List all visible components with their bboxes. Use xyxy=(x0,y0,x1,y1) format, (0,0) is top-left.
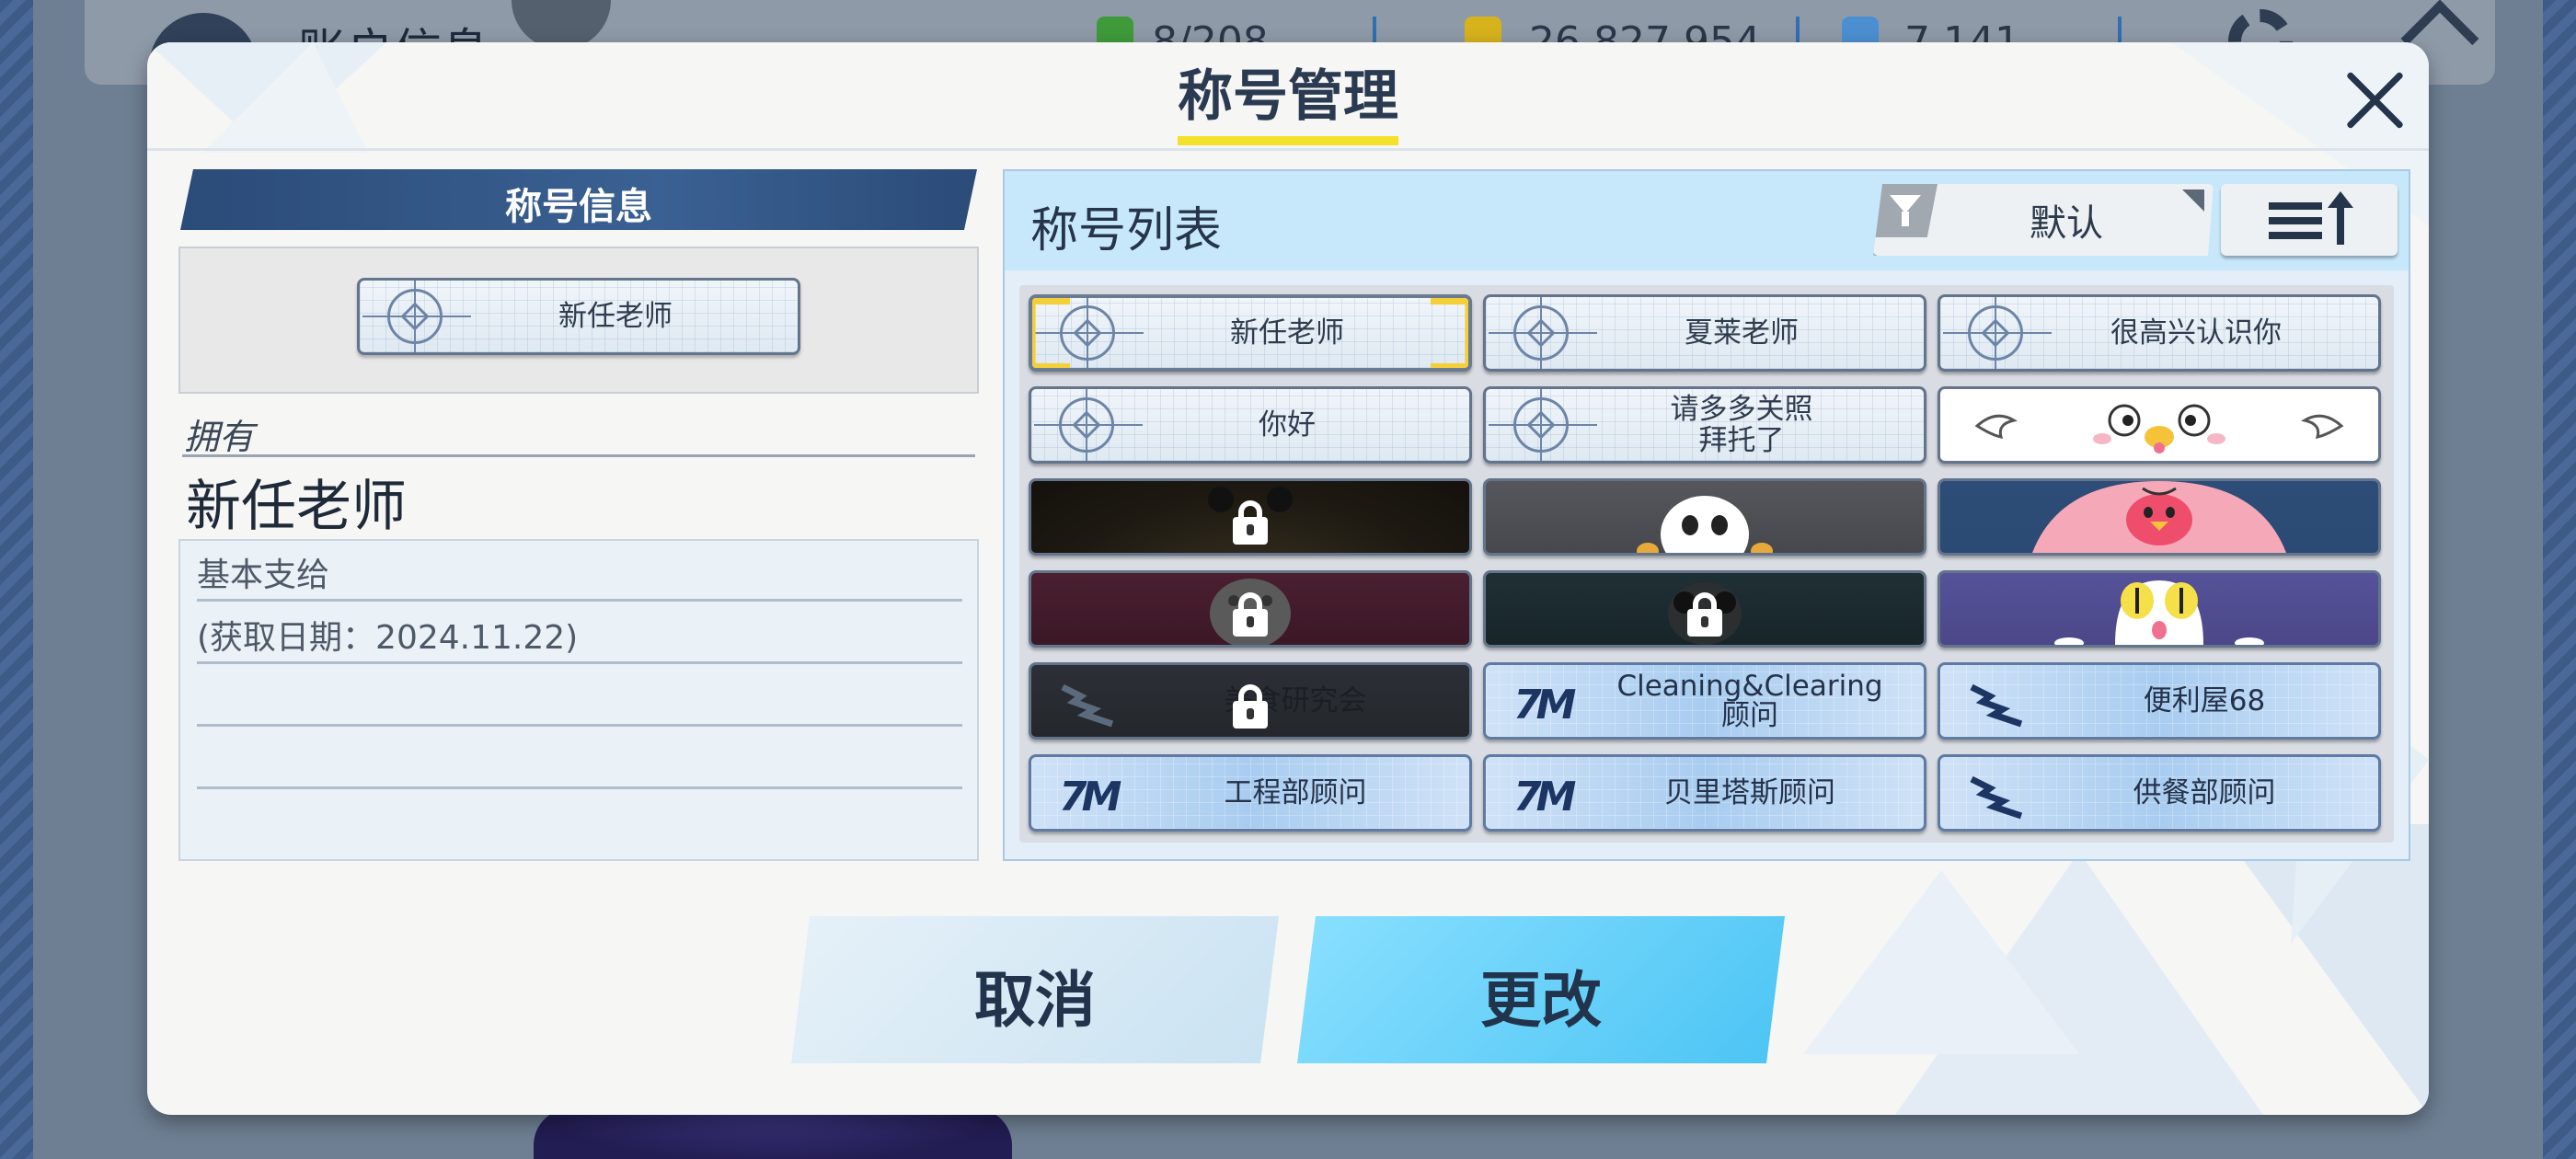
title-option-label: Cleaning&Clearing 顾问 xyxy=(1616,670,1883,732)
title-option[interactable] xyxy=(1029,570,1472,648)
dropdown-corner-icon xyxy=(2182,189,2204,212)
detail-row xyxy=(197,729,962,789)
filter-label: 默认 xyxy=(2030,202,2103,245)
dialog-title: 称号管理 xyxy=(1178,64,1398,129)
title-option-label: 你好 xyxy=(1259,408,1316,442)
crosshair-icon xyxy=(1489,297,1597,369)
title-option-label: 便利屋68 xyxy=(2143,684,2266,717)
title-option[interactable] xyxy=(1483,570,1926,648)
title-option[interactable]: 美食研究会 xyxy=(1029,662,1472,740)
penguin-mascot-icon xyxy=(2032,481,2286,553)
title-management-dialog: 称号管理 称号信息 新任老师 拥有 新任老师 基本支给 (获取日期：2024.1… xyxy=(147,42,2429,1115)
title-option[interactable]: 新任老师 xyxy=(1029,294,1472,372)
title-preview: 新任老师 xyxy=(178,247,979,394)
gehenna-logo-icon xyxy=(1970,683,2023,728)
lock-icon xyxy=(1233,592,1268,637)
crosshair-icon xyxy=(1034,389,1143,461)
title-option-label: 贝里塔斯顾问 xyxy=(1664,776,1835,809)
filter-icon xyxy=(1890,195,1921,213)
detail-row: (获取日期：2024.11.22) xyxy=(197,603,962,664)
title-option[interactable]: 请多多关照 拜托了 xyxy=(1483,386,1926,464)
title-underline xyxy=(1178,136,1398,145)
crosshair-icon xyxy=(1489,389,1597,461)
title-option-label: 请多多关照 拜托了 xyxy=(1670,393,1813,457)
lock-icon xyxy=(1233,500,1268,545)
title-option[interactable] xyxy=(1938,386,2381,464)
crosshair-icon xyxy=(1943,297,2052,369)
filter-icon-box xyxy=(1873,184,1938,237)
title-option-label: 工程部顾问 xyxy=(1224,776,1367,809)
title-option-label: 很高兴认识你 xyxy=(2110,316,2282,350)
title-option[interactable] xyxy=(1029,478,1472,556)
crosshair-icon xyxy=(1035,298,1144,368)
title-list-header: 称号列表 默认 xyxy=(1005,171,2409,270)
owned-label: 拥有 xyxy=(184,417,255,457)
title-option-label: 新任老师 xyxy=(1230,316,1344,350)
owned-title-name: 新任老师 xyxy=(186,475,407,539)
title-option[interactable]: 7M 工程部顾问 xyxy=(1029,754,1472,832)
gehenna-logo-icon xyxy=(1970,775,2023,820)
title-list-panel: 称号列表 默认 新任老师 夏莱老师 很高兴认识你你好 请多多关照 拜托了美食研究会 7M… xyxy=(1003,169,2410,861)
title-option[interactable]: 夏莱老师 xyxy=(1483,294,1926,372)
cancel-button-label: 取消 xyxy=(974,965,1096,1036)
title-option-label: 夏莱老师 xyxy=(1685,316,1799,350)
detail-row: 基本支给 xyxy=(197,541,962,602)
title-option[interactable]: 供餐部顾问 xyxy=(1938,754,2381,832)
title-list-title: 称号列表 xyxy=(1030,203,1223,258)
cat-mascot-icon xyxy=(2054,580,2264,645)
lock-icon xyxy=(1687,592,1722,637)
ghost-mascot-icon xyxy=(1637,496,1773,553)
title-option[interactable]: 7M 贝里塔斯顾问 xyxy=(1483,754,1926,832)
gehenna-logo-icon xyxy=(1061,683,1114,728)
change-button-label: 更改 xyxy=(1480,965,1602,1036)
title-option[interactable]: 便利屋68 xyxy=(1938,662,2381,740)
title-option[interactable]: 很高兴认识你 xyxy=(1938,294,2381,372)
title-option[interactable] xyxy=(1483,478,1926,556)
title-info-header-label: 称号信息 xyxy=(505,186,652,228)
sort-lines-icon xyxy=(2269,202,2322,239)
title-grid: 新任老师 夏莱老师 很高兴认识你你好 请多多关照 拜托了美食研究会 7M Cleaning… xyxy=(1019,285,2394,843)
change-button[interactable]: 更改 xyxy=(1297,916,1785,1063)
title-option[interactable]: 你好 xyxy=(1029,386,1472,464)
lock-icon xyxy=(1233,684,1268,729)
close-button[interactable] xyxy=(2337,63,2412,138)
crosshair-icon xyxy=(362,281,471,352)
filter-button[interactable]: 默认 xyxy=(1873,184,2214,256)
cancel-button[interactable]: 取消 xyxy=(791,916,1279,1063)
title-option-label: 供餐部顾问 xyxy=(2133,776,2276,809)
millennium-logo-icon: 7M xyxy=(1513,682,1576,729)
current-title-badge: 新任老师 xyxy=(357,278,800,355)
divider xyxy=(182,454,975,457)
dialog-header: 称号管理 xyxy=(147,42,2429,151)
bird-mascot-icon xyxy=(1974,404,2344,453)
millennium-logo-icon: 7M xyxy=(1513,774,1576,820)
title-option[interactable] xyxy=(1938,478,2381,556)
detail-row xyxy=(197,666,962,727)
current-title-label: 新任老师 xyxy=(558,300,673,333)
title-option[interactable]: 7M Cleaning&Clearing 顾问 xyxy=(1483,662,1926,740)
title-info-header: 称号信息 xyxy=(180,169,977,230)
millennium-logo-icon: 7M xyxy=(1059,774,1121,820)
sort-ascending-arrow-icon xyxy=(2328,191,2353,245)
background-edge-right xyxy=(2543,0,2576,1159)
background-edge-left xyxy=(0,0,33,1159)
sort-button[interactable] xyxy=(2221,184,2398,256)
title-option[interactable] xyxy=(1938,570,2381,648)
background-character xyxy=(534,1108,1012,1159)
title-details: 基本支给 (获取日期：2024.11.22) xyxy=(178,539,979,861)
title-option-label: 美食研究会 xyxy=(1224,684,1367,717)
